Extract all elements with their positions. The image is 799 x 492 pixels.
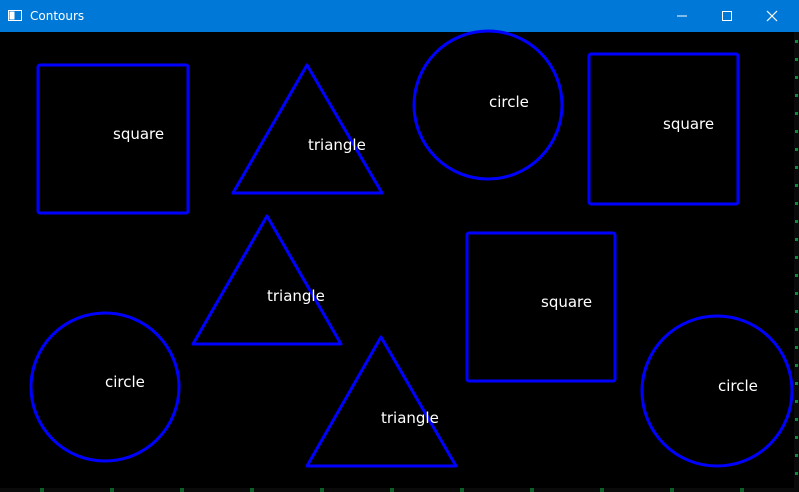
circle-contour — [640, 314, 794, 468]
shape-label: square — [541, 293, 592, 311]
shape-label: triangle — [267, 287, 325, 305]
triangle-contour — [191, 214, 343, 346]
triangle-contour — [305, 335, 458, 468]
shape-label: circle — [718, 377, 758, 395]
shape-label: circle — [489, 93, 529, 111]
shape-label: circle — [105, 373, 145, 391]
contours-window: Contours square triangle circle square t… — [0, 0, 799, 492]
shape-label: triangle — [381, 409, 439, 427]
shape-label: square — [663, 115, 714, 133]
shape-label: triangle — [308, 136, 366, 154]
shape-label: square — [113, 125, 164, 143]
triangle-contour — [231, 63, 384, 195]
contour-drawing: square triangle circle square triangle s… — [29, 29, 794, 468]
circle-contour — [412, 29, 564, 181]
